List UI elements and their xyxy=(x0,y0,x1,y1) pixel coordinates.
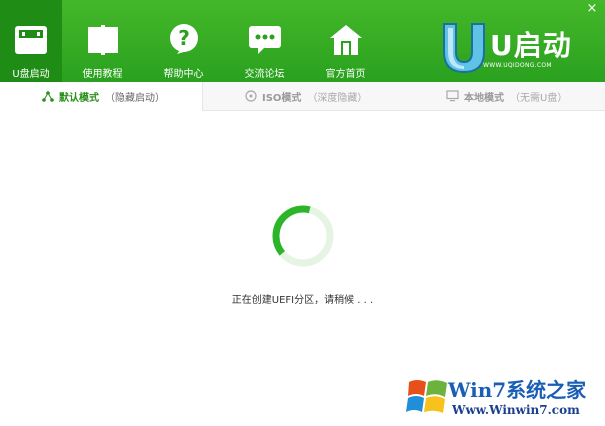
close-icon: × xyxy=(586,1,598,16)
chat-bubble-icon xyxy=(247,22,283,58)
nav-item-help[interactable]: ? 帮助中心 xyxy=(143,0,224,82)
help-icon: ? xyxy=(166,22,202,58)
tab-sublabel: （隐藏启动） xyxy=(105,93,165,104)
close-button[interactable]: × xyxy=(585,2,599,16)
book-icon xyxy=(85,22,121,58)
disc-icon xyxy=(245,90,257,102)
tab-local-mode[interactable]: 本地模式 （无需U盘） xyxy=(446,82,605,110)
mode-tabbar: 默认模式 （隐藏启动） ISO模式 （深度隐藏） 本地模式 （无需U盘） xyxy=(0,82,605,111)
nav-label: 官方首页 xyxy=(325,69,366,80)
nav-label: 帮助中心 xyxy=(163,69,204,80)
tab-label: 本地模式 xyxy=(464,92,504,104)
status-text: 正在创建UEFI分区，请稍候 . . . xyxy=(231,295,374,306)
svg-text:?: ? xyxy=(178,26,190,50)
share-nodes-icon xyxy=(42,91,54,102)
tab-iso-mode[interactable]: ISO模式 （深度隐藏） xyxy=(245,82,425,110)
brand-url: WWW.UQIDONG.COM xyxy=(483,62,552,69)
tab-sublabel: （无需U盘） xyxy=(510,92,568,104)
top-nav: U盘启动 使用教程 ? 帮助中心 交流论坛 官方首页 xyxy=(0,0,386,82)
tab-sublabel: （深度隐藏） xyxy=(307,92,368,104)
nav-item-tutorial[interactable]: 使用教程 xyxy=(62,0,143,82)
usb-drive-icon xyxy=(13,22,49,58)
tab-default-mode[interactable]: 默认模式 （隐藏启动） xyxy=(0,82,203,111)
watermark-url: Www.Winwin7.com xyxy=(452,403,580,417)
nav-label: 交流论坛 xyxy=(244,69,285,80)
nav-label: 使用教程 xyxy=(82,69,123,80)
home-icon xyxy=(328,22,364,58)
nav-item-homepage[interactable]: 官方首页 xyxy=(305,0,386,82)
nav-label: U盘启动 xyxy=(12,69,50,80)
spinner-progress-arc xyxy=(272,205,334,267)
watermark-title: Win7系统之家 xyxy=(448,378,587,402)
brand-logo-text: U启动 xyxy=(490,29,572,62)
nav-item-forum[interactable]: 交流论坛 xyxy=(224,0,305,82)
tab-label: 默认模式 xyxy=(59,93,99,104)
app-window: U盘启动 使用教程 ? 帮助中心 交流论坛 官方首页 U启动 WWW.UQIDO… xyxy=(0,0,605,426)
monitor-icon xyxy=(446,90,459,102)
header-bar: U盘启动 使用教程 ? 帮助中心 交流论坛 官方首页 U启动 WWW.UQIDO… xyxy=(0,0,605,82)
nav-item-usb-boot[interactable]: U盘启动 xyxy=(0,0,62,82)
tab-label: ISO模式 xyxy=(262,92,302,104)
loading-spinner xyxy=(272,205,334,267)
